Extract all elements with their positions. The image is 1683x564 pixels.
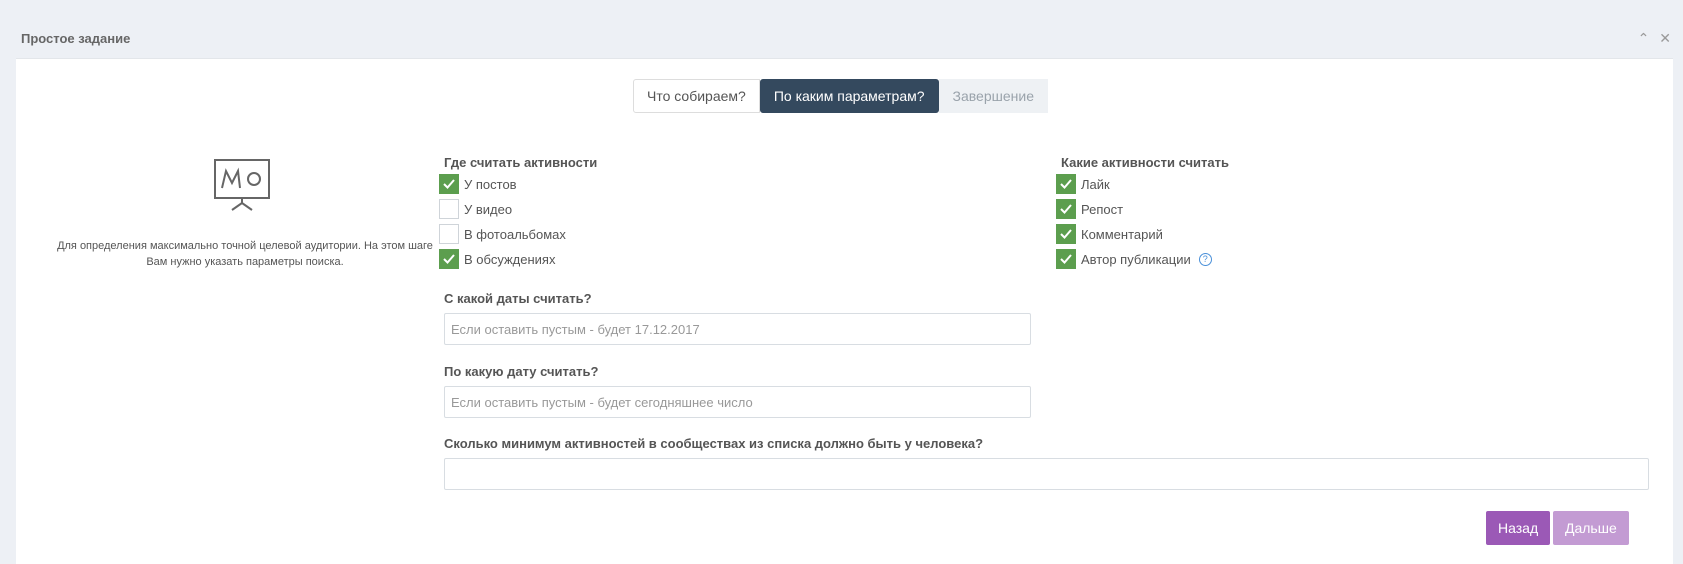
step-finish[interactable]: Завершение <box>938 79 1048 113</box>
checkbox-label: Комментарий <box>1081 226 1163 242</box>
checkbox[interactable] <box>1056 224 1076 244</box>
where-option[interactable]: У видео <box>439 198 512 220</box>
intro-text: Для определения максимально точной целев… <box>57 240 433 268</box>
checkbox[interactable] <box>1056 174 1076 194</box>
panel-tools: ⌃ ✕ <box>1632 30 1671 47</box>
date-from-label: С какой даты считать? <box>444 291 592 306</box>
checkbox-label: В фотоальбомах <box>464 226 566 242</box>
date-from-input[interactable] <box>444 313 1031 345</box>
check-icon <box>1060 179 1072 189</box>
where-label: Где считать активности <box>444 155 598 170</box>
step-parameters[interactable]: По каким параметрам? <box>759 79 939 113</box>
checkbox-label: В обсуждениях <box>464 251 556 267</box>
close-icon[interactable]: ✕ <box>1659 30 1671 46</box>
help-icon[interactable]: ? <box>1198 252 1212 266</box>
where-option[interactable]: У постов <box>439 173 517 195</box>
back-button[interactable]: Назад <box>1486 511 1551 545</box>
where-option[interactable]: В фотоальбомах <box>439 223 566 245</box>
which-option[interactable]: Автор публикации? <box>1056 248 1212 270</box>
wizard-steps: Что собираем? По каким параметрам? Завер… <box>633 79 1048 113</box>
min-activity-label: Сколько минимум активностей в сообщества… <box>444 436 984 451</box>
checkbox[interactable] <box>439 199 459 219</box>
collapse-icon[interactable]: ⌃ <box>1638 30 1650 46</box>
checkbox[interactable] <box>439 174 459 194</box>
checkbox-label: Лайк <box>1081 176 1110 192</box>
check-icon <box>1060 229 1072 239</box>
presentation-board-icon <box>214 159 270 211</box>
check-icon <box>1060 204 1072 214</box>
checkbox-label: У видео <box>464 201 513 217</box>
panel-title: Простое задание <box>21 31 131 46</box>
min-activity-input[interactable] <box>444 458 1649 490</box>
checkbox[interactable] <box>439 224 459 244</box>
date-to-input[interactable] <box>444 386 1031 418</box>
date-to-label: По какую дату считать? <box>444 364 599 379</box>
check-icon <box>1060 254 1072 264</box>
which-option[interactable]: Репост <box>1056 198 1123 220</box>
checkbox-label: Автор публикации <box>1081 251 1191 267</box>
which-option[interactable]: Лайк <box>1056 173 1110 195</box>
checkbox[interactable] <box>1056 199 1076 219</box>
checkbox[interactable] <box>439 249 459 269</box>
panel-header: Простое задание ⌃ ✕ <box>0 0 1683 58</box>
step-what-collect[interactable]: Что собираем? <box>633 79 760 113</box>
checkbox[interactable] <box>1056 249 1076 269</box>
which-label: Какие активности считать <box>1061 155 1229 170</box>
check-icon <box>443 179 455 189</box>
where-option[interactable]: В обсуждениях <box>439 248 555 270</box>
checkbox-label: Репост <box>1081 201 1124 217</box>
which-option[interactable]: Комментарий <box>1056 223 1163 245</box>
next-button[interactable]: Дальше <box>1553 511 1629 545</box>
checkbox-label: У постов <box>464 176 517 192</box>
check-icon <box>443 254 455 264</box>
